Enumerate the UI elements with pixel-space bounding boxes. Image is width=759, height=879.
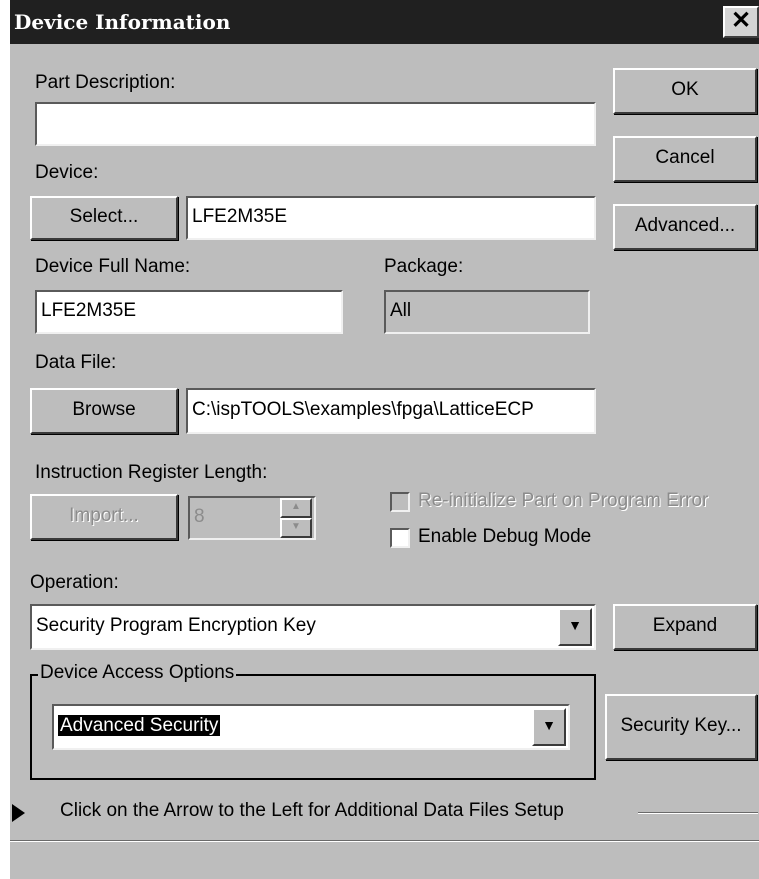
ok-button[interactable]: OK	[613, 68, 757, 114]
browse-button[interactable]: Browse	[30, 388, 178, 434]
expand-arrow-icon[interactable]	[12, 804, 25, 822]
reinit-checkbox[interactable]	[390, 492, 410, 512]
spin-down-icon[interactable]: ▼	[280, 518, 312, 538]
package-field: All	[384, 290, 590, 334]
data-file-input[interactable]: C:\ispTOOLS\examples\fpga\LatticeECP	[186, 388, 596, 434]
operation-dropdown-icon[interactable]: ▼	[558, 608, 592, 646]
package-label: Package:	[384, 256, 464, 277]
title-bar: Device Information ✕	[10, 0, 759, 44]
select-device-button[interactable]: Select...	[30, 196, 178, 240]
device-access-selected-value: Advanced Security	[58, 715, 221, 736]
spin-up-icon[interactable]: ▲	[280, 498, 312, 518]
bottom-separator	[10, 840, 759, 842]
close-icon: ✕	[730, 7, 752, 34]
instruction-register-length-label: Instruction Register Length:	[35, 462, 268, 483]
part-description-input[interactable]	[35, 102, 596, 146]
part-description-label: Part Description:	[35, 72, 176, 93]
reinit-checkbox-label: Re-initialize Part on Program Error	[418, 490, 709, 511]
expand-button[interactable]: Expand	[613, 604, 757, 650]
close-button[interactable]: ✕	[723, 6, 759, 38]
device-full-name-label: Device Full Name:	[35, 256, 191, 277]
operation-select[interactable]: Security Program Encryption Key	[30, 604, 596, 650]
device-full-name-input[interactable]: LFE2M35E	[35, 290, 343, 334]
device-access-select[interactable]: Advanced Security	[52, 704, 570, 750]
cancel-button[interactable]: Cancel	[613, 136, 757, 182]
operation-label: Operation:	[30, 572, 119, 593]
additional-data-files-hint: Click on the Arrow to the Left for Addit…	[60, 800, 564, 821]
operation-dropdown-glyph: ▼	[568, 617, 582, 633]
spin-down-glyph: ▼	[291, 521, 301, 532]
data-file-label: Data File:	[35, 352, 117, 373]
import-button[interactable]: Import...	[30, 494, 178, 540]
separator-line	[638, 812, 758, 814]
spin-up-glyph: ▲	[291, 501, 301, 512]
device-access-dropdown-glyph: ▼	[542, 717, 556, 733]
advanced-button[interactable]: Advanced...	[613, 204, 757, 250]
debug-mode-checkbox[interactable]	[390, 528, 410, 548]
device-access-options-label: Device Access Options	[38, 662, 237, 684]
device-information-dialog: Device Information ✕ Part Description: O…	[8, 0, 759, 879]
dialog-title: Device Information	[14, 10, 231, 34]
security-key-button[interactable]: Security Key...	[605, 694, 757, 760]
debug-mode-checkbox-label: Enable Debug Mode	[418, 526, 592, 547]
device-access-dropdown-icon[interactable]: ▼	[532, 708, 566, 746]
device-label: Device:	[35, 162, 99, 183]
device-input[interactable]: LFE2M35E	[186, 196, 596, 240]
